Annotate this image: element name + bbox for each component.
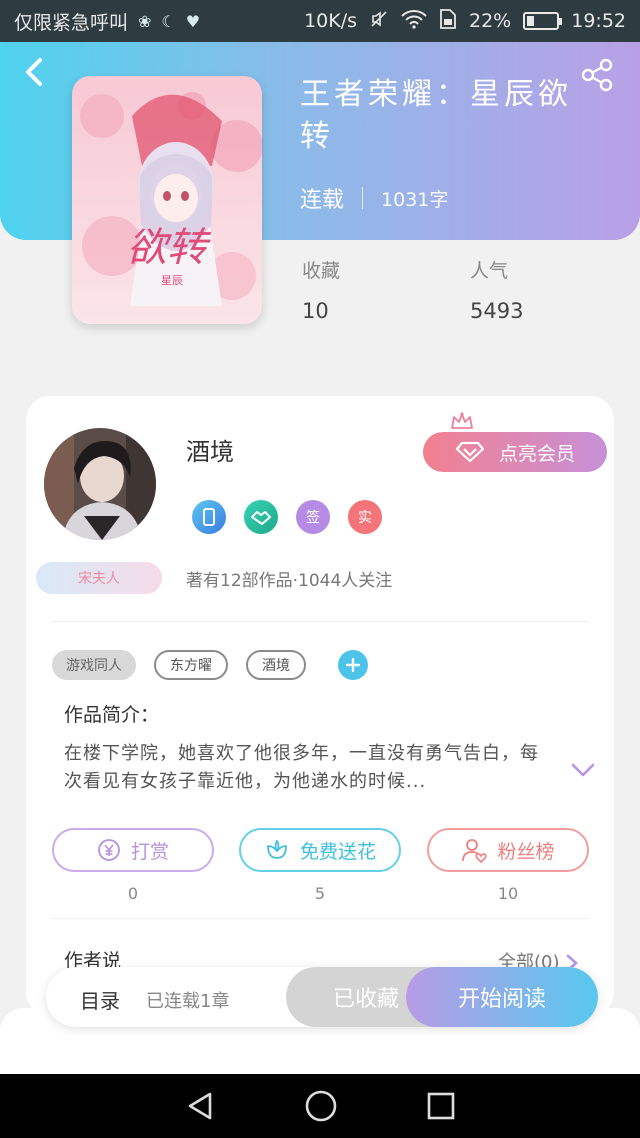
tag-item[interactable]: 游戏同人 [52,650,136,680]
bottom-action-bar: 目录 已连载1章 已收藏 开始阅读 [46,967,598,1027]
square-recents-icon [427,1092,455,1120]
author-badges: 签 实 [192,500,382,534]
carrier-text: 仅限紧急呼叫 [14,11,129,34]
author-avatar[interactable] [44,428,156,540]
tag-item[interactable]: 东方曜 [154,650,228,680]
stat-label: 人气 [470,260,509,282]
book-title: 王者荣耀：星辰欲转 [300,77,572,154]
home-nav-button[interactable] [304,1089,338,1123]
fans-label: 粉丝榜 [497,840,555,863]
fan-user-icon [462,839,488,863]
vip-button[interactable]: 点亮会员 [423,432,607,472]
back-nav-button[interactable] [184,1090,216,1122]
svg-text:星辰: 星辰 [161,274,183,287]
diamond-icon [455,441,485,463]
system-nav-bar [0,1074,640,1138]
signed-badge[interactable]: 签 [296,500,330,534]
stat-collect: 收藏 10 [302,256,340,323]
crown-icon [450,412,474,432]
intro-label: 作品简介： [64,704,160,726]
add-tag-button[interactable] [338,650,368,680]
yuan-icon [98,839,120,861]
flower-label: 免费送花 [299,840,376,863]
send-flower-button[interactable]: 免费送花 [239,828,401,872]
meta-divider [362,187,364,209]
book-stats: 收藏 10 人气 5493 [300,256,620,326]
book-meta: 连载 1031字 [300,182,448,214]
author-title-badge: 宋夫人 [36,562,162,594]
verified-badge[interactable]: 实 [348,500,382,534]
flower-action: 免费送花 5 [239,828,401,903]
mute-icon [369,9,389,34]
vip-label: 点亮会员 [498,442,575,465]
fan-ranking-button[interactable]: 粉丝榜 [427,828,589,872]
tag-list: 游戏同人 东方曜 酒境 [52,650,368,680]
status-bar: 仅限紧急呼叫 ❀ ☾ ♥ 10K/s 22% 19:52 [0,0,640,42]
toc-button[interactable]: 目录 [80,985,120,1014]
handshake-badge-icon[interactable] [244,500,278,534]
back-button[interactable] [22,56,52,88]
sign-badge-icon[interactable] [192,500,226,534]
cover-illustration: 欲转 星辰 [72,76,262,324]
stat-value: 10 [302,299,329,323]
notification-icon: ❀ [138,11,152,31]
flower-icon [267,840,287,859]
author-description: 著有12部作品·1044人关注 [186,571,393,591]
bird-icon: ♥ [185,11,201,31]
reward-count: 0 [127,884,139,903]
expand-intro-button[interactable] [570,760,596,780]
tag-item[interactable]: 酒境 [246,650,306,680]
flower-count: 5 [314,884,326,903]
stat-popularity: 人气 5493 [470,256,523,323]
reward-action: 打赏 0 [52,828,214,903]
intro-text: 在楼下学院，她喜欢了他很多年，一直没有勇气告白，每次看见有女孩子靠近他，为他递水… [64,743,539,792]
reader-actions: 打赏 0 免费送花 5 粉丝榜 10 [52,828,592,904]
reward-button[interactable]: 打赏 [52,828,214,872]
svg-text:欲转: 欲转 [127,225,212,271]
recents-nav-button[interactable] [426,1091,456,1121]
word-count: 1031字 [381,188,449,211]
stat-label: 收藏 [302,260,341,282]
circle-home-icon [305,1090,337,1122]
clock: 19:52 [571,10,626,32]
back-arrow-icon [26,58,42,86]
start-reading-button[interactable]: 开始阅读 [406,967,598,1027]
chevron-down-icon [571,763,595,777]
divider [52,621,588,622]
avatar-image [44,428,156,540]
network-speed: 10K/s [304,10,357,32]
chapter-count: 已连载1章 [146,991,230,1012]
sim-icon [439,8,457,35]
author-name[interactable]: 酒境 [186,432,234,467]
fans-count: 10 [497,884,519,903]
stat-value: 5493 [470,299,524,323]
serial-status: 连载 [300,188,345,213]
plus-icon [346,658,360,672]
battery-icon [523,12,563,30]
moon-icon: ☾ [161,11,176,31]
book-cover[interactable]: 欲转 星辰 [72,76,262,324]
wifi-icon [401,9,427,34]
triangle-back-icon [188,1092,212,1120]
reward-label: 打赏 [130,840,169,863]
battery-percent: 22% [469,10,512,32]
divider [52,918,588,919]
fans-action: 粉丝榜 10 [427,828,589,903]
